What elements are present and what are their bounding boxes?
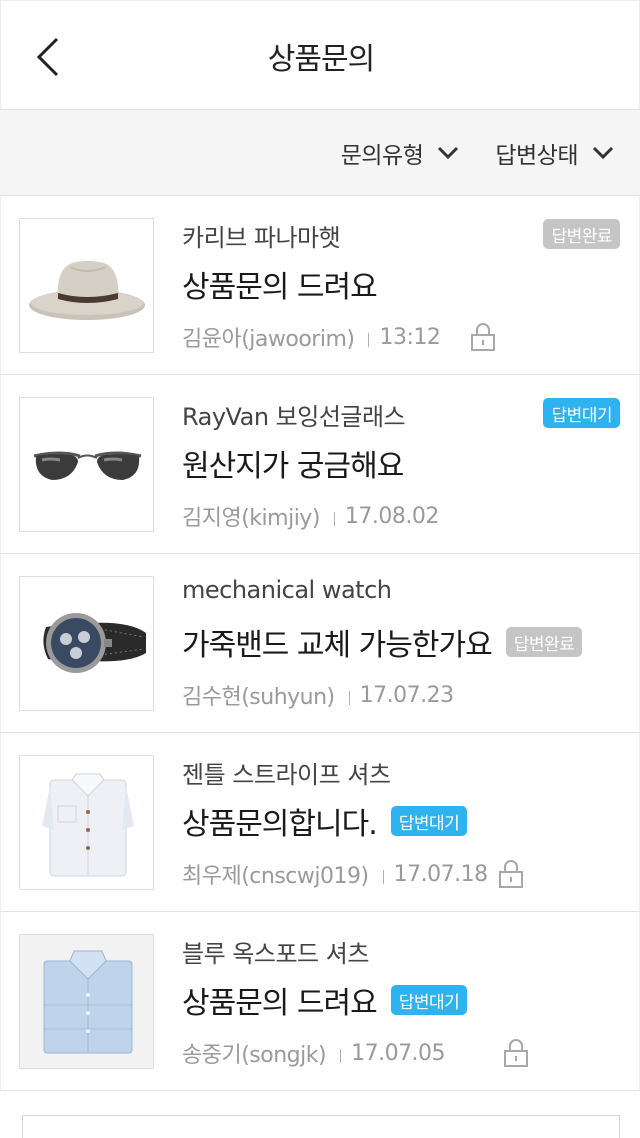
product-image-hat (19, 218, 154, 353)
inquiry-list: 카리브 파나마햇 답변완료 상품문의 드려요 김윤아(jawoorim) 13:… (0, 196, 640, 1091)
timestamp: 17.07.18 (393, 861, 488, 887)
bottom-panel[interactable] (22, 1115, 620, 1138)
top-bar: 상품문의 (0, 0, 640, 110)
question-title: 상품문의 드려요 (182, 262, 378, 306)
question-text: 가죽밴드 교체 가능한가요 (182, 628, 493, 663)
lock-icon (503, 1038, 529, 1068)
filter-label: 문의유형 (340, 142, 424, 169)
product-name: 블루 옥스포드 셔츠 (182, 940, 369, 968)
chevron-left-icon (36, 37, 59, 77)
lock-icon (498, 859, 524, 889)
chevron-down-icon (592, 146, 614, 159)
question-title: 원산지가 궁금해요 (182, 441, 404, 485)
filter-label: 답변상태 (495, 142, 578, 169)
question-title: 가죽밴드 교체 가능한가요 답변완료 (182, 620, 583, 664)
list-item[interactable]: 블루 옥스포드 셔츠 상품문의 드려요 답변대기 송중기(songjk) 17.… (0, 912, 640, 1091)
question-text: 원산지가 궁금해요 (182, 449, 404, 484)
item-meta: 최우제(cnscwj019) 17.07.18 (182, 859, 524, 889)
item-meta: 송중기(songjk) 17.07.05 (182, 1038, 529, 1068)
author: 김지영(kimjiy) (182, 506, 320, 531)
status-badge: 답변완료 (505, 627, 583, 657)
timestamp: 13:12 (379, 324, 441, 350)
divider (340, 1049, 342, 1063)
chevron-down-icon (438, 146, 459, 159)
product-image-watch (19, 576, 154, 711)
divider (333, 512, 335, 526)
question-text: 상품문의 드려요 (182, 270, 378, 305)
list-item[interactable]: 젠틀 스트라이프 셔츠 상품문의합니다. 답변대기 최우제(cnscwj019)… (0, 733, 640, 912)
product-image-sunglasses (19, 397, 154, 532)
list-item[interactable]: 카리브 파나마햇 답변완료 상품문의 드려요 김윤아(jawoorim) 13:… (0, 196, 640, 375)
item-meta: 김수현(suhyun) 17.07.23 (182, 680, 454, 711)
page-title: 상품문의 (267, 42, 375, 77)
question-text: 상품문의 드려요 (182, 986, 378, 1021)
item-meta: 김지영(kimjiy) 17.08.02 (182, 501, 439, 532)
lock-icon (470, 322, 496, 352)
product-name: 카리브 파나마햇 (182, 224, 341, 252)
filter-answer-status[interactable]: 답변상태 (495, 136, 614, 170)
list-item[interactable]: RayVan 보잉선글래스 답변대기 원산지가 궁금해요 김지영(kimjiy)… (0, 375, 640, 554)
author: 송중기(songjk) (182, 1043, 327, 1068)
filter-bar: 문의유형 답변상태 (0, 110, 640, 196)
question-title: 상품문의 드려요 답변대기 (182, 978, 468, 1022)
question-title: 상품문의합니다. 답변대기 (182, 799, 468, 843)
author: 김윤아(jawoorim) (182, 327, 355, 352)
product-image-white-shirt (19, 755, 154, 890)
author: 김수현(suhyun) (182, 685, 335, 710)
back-button[interactable] (23, 29, 73, 85)
product-name: 젠틀 스트라이프 셔츠 (182, 761, 391, 789)
status-badge: 답변대기 (390, 806, 468, 836)
timestamp: 17.07.05 (351, 1040, 446, 1066)
divider (368, 333, 370, 347)
list-item[interactable]: mechanical watch 가죽밴드 교체 가능한가요 답변완료 김수현(… (0, 554, 640, 733)
divider (382, 870, 384, 884)
filter-inquiry-type[interactable]: 문의유형 (341, 136, 460, 170)
item-meta: 김윤아(jawoorim) 13:12 (182, 322, 496, 352)
timestamp: 17.08.02 (344, 503, 439, 529)
divider (348, 691, 350, 705)
product-image-blue-shirt (19, 934, 154, 1069)
product-name: RayVan 보잉선글래스 (182, 403, 406, 431)
question-text: 상품문의합니다. (182, 807, 378, 842)
timestamp: 17.07.23 (359, 682, 454, 708)
status-badge: 답변대기 (543, 398, 620, 428)
status-badge: 답변대기 (390, 985, 468, 1015)
status-badge: 답변완료 (543, 219, 620, 249)
product-name: mechanical watch (182, 576, 392, 604)
author: 최우제(cnscwj019) (182, 864, 369, 889)
